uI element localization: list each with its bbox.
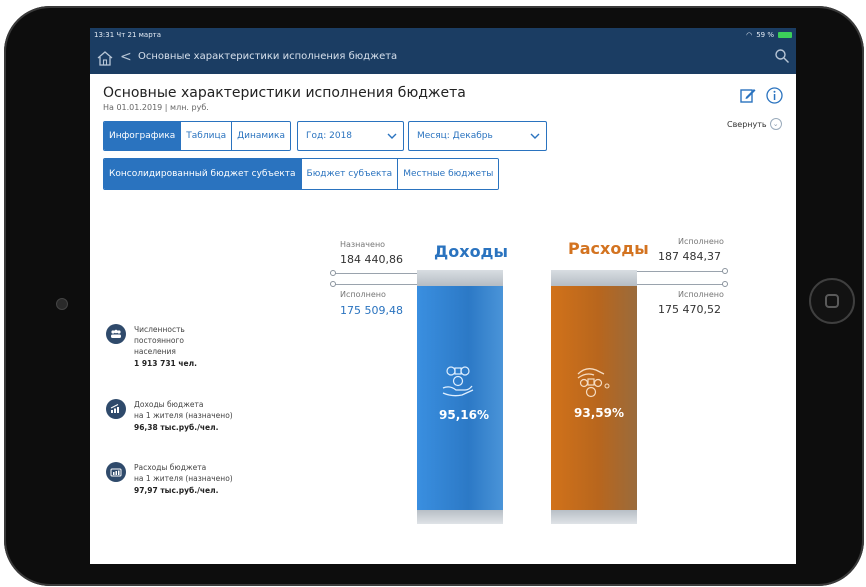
income-executed-value: 175 509,48 [340,304,403,317]
year-dropdown-value: Год: 2018 [306,131,353,141]
chevron-down-icon [387,133,397,139]
home-hardware-button[interactable] [809,278,855,324]
info-icon[interactable] [766,87,783,104]
stat-line: постоянного [134,336,185,345]
expense-assigned-label: Исполнено [678,237,724,246]
app-screen: 13:31 Чт 21 марта ◠ 59 % < Основные хара… [90,28,796,564]
expense-executed-label: Исполнено [678,290,724,299]
tablet-frame: 13:31 Чт 21 марта ◠ 59 % < Основные хара… [4,6,864,586]
collapse-toggle[interactable]: Свернуть ⌄ [727,118,782,130]
money-give-icon [577,368,610,398]
income-title: Доходы [434,242,508,261]
stat-population: Численность постоянного населения 1 913 … [106,324,197,370]
wallet-icon [106,462,126,482]
expense-executed-marker [722,281,728,287]
income-executed-marker [330,281,336,287]
expense-assigned-value: 187 484,37 [658,250,721,263]
stat-line: Расходы бюджета [134,463,207,472]
stat-income-per-capita: Доходы бюджета на 1 жителя (назначено) 9… [106,399,233,434]
page-subtitle: На 01.01.2019 | млн. руб. [103,103,209,112]
stat-line: на 1 жителя (назначено) [134,474,233,483]
battery-icon [778,32,792,38]
stat-expense-per-capita: Расходы бюджета на 1 жителя (назначено) … [106,462,233,497]
tab-consolidated-budget[interactable]: Консолидированный бюджет субъекта [104,159,302,189]
budget-type-segmented-control: Консолидированный бюджет субъекта Бюджет… [103,158,500,190]
stat-line: Численность [134,325,185,334]
camera [56,298,68,310]
year-dropdown[interactable]: Год: 2018 [297,121,404,151]
people-icon [106,324,126,344]
collapse-label: Свернуть [727,119,767,129]
wifi-icon: ◠ [746,31,753,39]
stat-value: 1 913 731 чел. [134,359,197,368]
month-dropdown-value: Месяц: Декабрь [417,131,493,141]
back-chevron-icon[interactable]: < [120,48,132,66]
income-executed-line [334,284,418,285]
stat-line: населения [134,347,176,356]
expense-title: Расходы [568,239,649,258]
stat-value: 96,38 тыс.руб./чел. [134,423,219,432]
search-icon[interactable] [774,48,790,64]
status-indicators: ◠ 59 % [746,31,792,39]
income-assigned-label: Назначено [340,240,386,249]
tab-infographic[interactable]: Инфографика [104,122,182,150]
stat-line: Доходы бюджета [134,400,204,409]
tab-subject-budget[interactable]: Бюджет субъекта [301,159,399,189]
expense-assigned-marker [722,268,728,274]
page-title: Основные характеристики исполнения бюдже… [103,85,466,101]
top-navigation-bar: 13:31 Чт 21 марта ◠ 59 % < Основные хара… [90,28,796,74]
expense-executed-line [637,284,723,285]
expense-percent: 93,59% [574,406,624,420]
income-assigned-marker [330,270,336,276]
growth-chart-icon [106,399,126,419]
status-time: 13:31 Чт 21 марта [94,31,162,39]
edit-icon[interactable] [740,87,756,103]
chevron-down-icon [530,133,540,139]
income-percent: 95,16% [439,408,489,422]
view-mode-segmented-control: Инфографика Таблица Динамика [103,121,291,151]
month-dropdown[interactable]: Месяц: Декабрь [408,121,547,151]
battery-percent: 59 % [756,31,774,39]
income-assigned-value: 184 440,86 [340,253,403,266]
stat-value: 97,97 тыс.руб./чел. [134,486,219,495]
nav-title: Основные характеристики исполнения бюдже… [138,51,398,62]
home-icon[interactable] [96,49,114,67]
tab-dynamics[interactable]: Динамика [232,122,290,150]
chevron-down-icon: ⌄ [769,118,782,130]
income-assigned-line [334,273,418,274]
expense-executed-value: 175 470,52 [658,303,721,316]
tab-table[interactable]: Таблица [181,122,233,150]
expense-assigned-line [637,271,723,272]
income-executed-label: Исполнено [340,290,386,299]
tab-local-budgets[interactable]: Местные бюджеты [398,159,499,189]
stat-line: на 1 жителя (назначено) [134,411,233,420]
money-hand-icon [442,366,474,397]
